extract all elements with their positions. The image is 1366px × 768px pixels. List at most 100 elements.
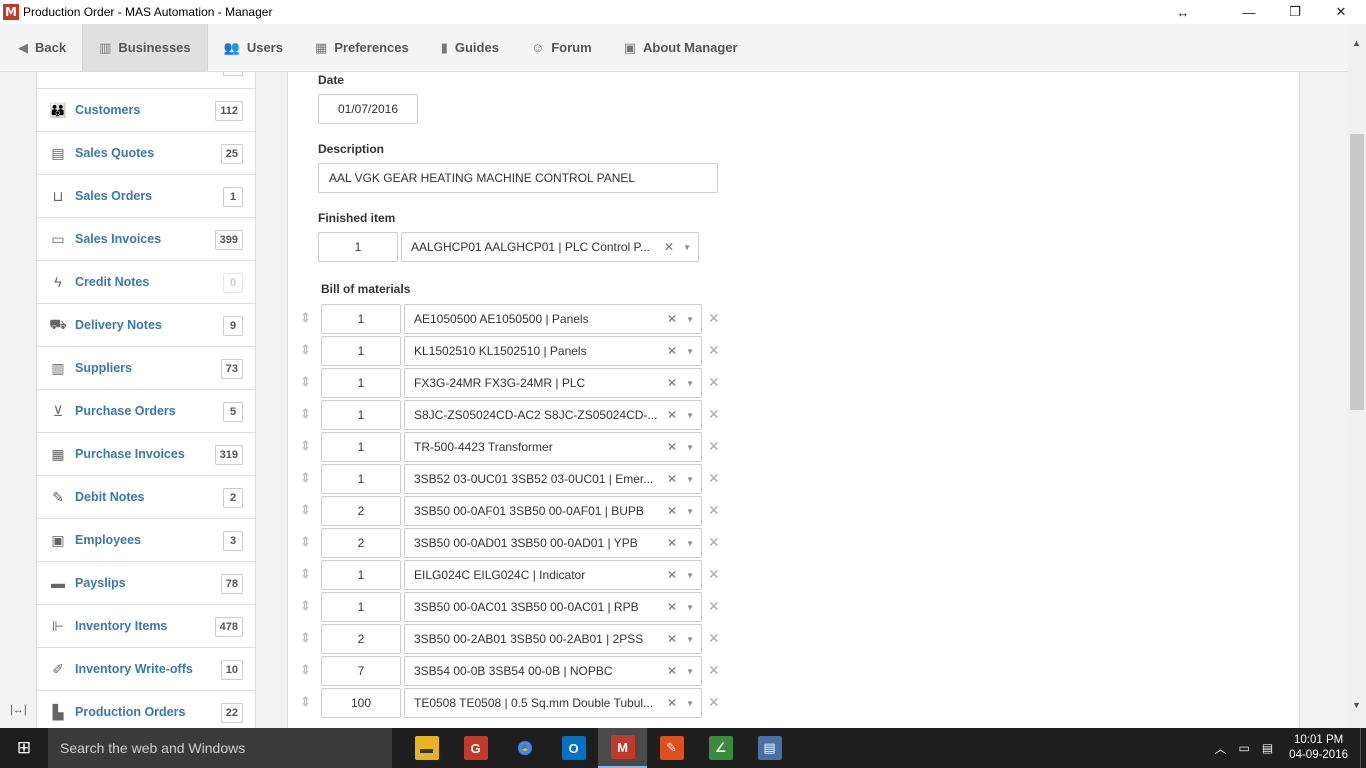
sidebar-item-payslips[interactable]: ▬ Payslips 78 [37,562,255,605]
bom-item-select[interactable]: 3SB50 00-0AD01 3SB50 00-0AD01 | YPB ✕ ▼ [404,528,702,558]
remove-row-icon[interactable]: ✕ [708,374,720,391]
finished-item-select[interactable]: AALGHCP01 AALGHCP01 | PLC Control P... ✕… [401,232,699,262]
bom-qty-input[interactable]: 1 [321,304,401,334]
bom-item-select[interactable]: 3SB50 00-0AF01 3SB50 00-0AF01 | BUPB ✕ ▼ [404,496,702,526]
nav-forum[interactable]: ☺ Forum [515,24,608,71]
clear-icon[interactable]: ✕ [667,376,677,390]
remove-row-icon[interactable]: ✕ [708,438,720,455]
scroll-up-icon[interactable]: ▲ [1352,38,1361,48]
chrome-icon[interactable] [500,728,549,768]
dropdown-arrow-icon[interactable]: ▼ [686,699,694,708]
nav-about[interactable]: ▣ About Manager [608,24,754,71]
drag-handle-icon[interactable]: ⇕ [300,438,311,454]
dropdown-arrow-icon[interactable]: ▼ [686,347,694,356]
notifications-icon[interactable]: ▤ [1262,741,1273,755]
date-input[interactable]: 01/07/2016 [318,94,418,124]
sidebar-item-debit-notes[interactable]: ✎ Debit Notes 2 [37,476,255,519]
bom-qty-input[interactable]: 1 [321,560,401,590]
remove-row-icon[interactable]: ✕ [708,470,720,487]
sidebar-item-credit-notes[interactable]: ϟ Credit Notes 0 [37,261,255,304]
sidebar-item-inventory-writeoffs[interactable]: ✐ Inventory Write-offs 10 [37,648,255,691]
bom-item-select[interactable]: KL1502510 KL1502510 | Panels ✕ ▼ [404,336,702,366]
bom-qty-input[interactable]: 1 [321,464,401,494]
nav-guides[interactable]: ▮ Guides [425,24,515,71]
expand-width-icon[interactable]: |↔| [10,704,27,716]
bom-item-select[interactable]: FX3G-24MR FX3G-24MR | PLC ✕ ▼ [404,368,702,398]
nav-users[interactable]: 👥 Users [208,24,299,71]
dropdown-arrow-icon[interactable]: ▼ [686,379,694,388]
clear-icon[interactable]: ✕ [667,440,677,454]
description-input[interactable]: AAL VGK GEAR HEATING MACHINE CONTROL PAN… [318,163,718,193]
dropdown-arrow-icon[interactable]: ▼ [686,635,694,644]
bom-qty-input[interactable]: 1 [321,592,401,622]
dropdown-arrow-icon[interactable]: ▼ [686,571,694,580]
bom-item-select[interactable]: EILG024C EILG024C | Indicator ✕ ▼ [404,560,702,590]
bom-qty-input[interactable]: 2 [321,496,401,526]
resize-icon[interactable]: ↔ [1160,0,1206,24]
drag-handle-icon[interactable]: ⇕ [300,662,311,678]
clear-icon[interactable]: ✕ [667,504,677,518]
sidebar-item-customers[interactable]: 👪 Customers 112 [37,89,255,132]
close-button[interactable]: ✕ [1318,0,1364,24]
drag-handle-icon[interactable]: ⇕ [300,374,311,390]
bom-item-select[interactable]: 3SB50 00-0AC01 3SB50 00-0AC01 | RPB ✕ ▼ [404,592,702,622]
remove-row-icon[interactable]: ✕ [708,566,720,583]
outlook-icon[interactable]: O [549,728,598,768]
dropdown-arrow-icon[interactable]: ▼ [686,539,694,548]
clear-icon[interactable]: ✕ [664,240,674,254]
drag-handle-icon[interactable]: ⇕ [300,694,311,710]
bom-item-select[interactable]: 3SB52 03-0UC01 3SB52 03-0UC01 | Emer... ✕… [404,464,702,494]
bom-qty-input[interactable]: 1 [321,432,401,462]
remove-row-icon[interactable]: ✕ [708,406,720,423]
remove-row-icon[interactable]: ✕ [708,502,720,519]
sidebar-item-sales-orders[interactable]: ⊔ Sales Orders 1 [37,175,255,218]
dropdown-arrow-icon[interactable]: ▼ [686,603,694,612]
bom-qty-input[interactable]: 2 [321,624,401,654]
drag-handle-icon[interactable]: ⇕ [300,566,311,582]
bom-item-select[interactable]: TE0508 TE0508 | 0.5 Sq.mm Double Tubul..… [404,688,702,718]
drag-handle-icon[interactable]: ⇕ [300,470,311,486]
remove-row-icon[interactable]: ✕ [708,662,720,679]
drag-handle-icon[interactable]: ⇕ [300,406,311,422]
show-desktop-button[interactable] [1360,728,1366,768]
chevron-up-icon[interactable]: ︿ [1214,740,1226,757]
pdf-app-icon[interactable]: ✎ [647,728,696,768]
dropdown-arrow-icon[interactable]: ▼ [686,443,694,452]
file-explorer-icon[interactable]: ▬ [402,728,451,768]
sidebar-item-delivery-notes[interactable]: ⛟ Delivery Notes 9 [37,304,255,347]
drag-handle-icon[interactable]: ⇕ [300,310,311,326]
clear-icon[interactable]: ✕ [667,408,677,422]
remove-row-icon[interactable]: ✕ [708,342,720,359]
dropdown-arrow-icon[interactable]: ▼ [686,507,694,516]
clock[interactable]: 10:01 PM 04-09-2016 [1289,733,1348,763]
remove-row-icon[interactable]: ✕ [708,534,720,551]
clear-icon[interactable]: ✕ [667,600,677,614]
bom-qty-input[interactable]: 1 [321,400,401,430]
bom-qty-input[interactable]: 7 [321,656,401,686]
network-icon[interactable]: ▭ [1238,741,1249,755]
dropdown-arrow-icon[interactable]: ▼ [686,667,694,676]
drag-handle-icon[interactable]: ⇕ [300,342,311,358]
remove-row-icon[interactable]: ✕ [708,310,720,327]
vertical-scrollbar[interactable]: ▲ ▼ [1348,24,1366,728]
manager-app-icon[interactable]: M [598,728,647,768]
taskbar-search[interactable]: Search the web and Windows [48,728,392,768]
drag-handle-icon[interactable]: ⇕ [300,534,311,550]
scroll-thumb[interactable] [1350,134,1364,410]
bom-item-select[interactable]: TR-500-4423 Transformer ✕ ▼ [404,432,702,462]
bom-qty-input[interactable]: 100 [321,688,401,718]
drag-handle-icon[interactable]: ⇕ [300,630,311,646]
scroll-down-icon[interactable]: ▼ [1352,700,1361,710]
windows-start-icon[interactable]: ⊞ [0,728,48,768]
gift-app-icon[interactable]: G [451,728,500,768]
remove-row-icon[interactable]: ✕ [708,598,720,615]
bom-qty-input[interactable]: 1 [321,336,401,366]
autocad-icon[interactable]: ∠ [696,728,745,768]
clear-icon[interactable]: ✕ [667,344,677,358]
bom-qty-input[interactable]: 2 [321,528,401,558]
bom-item-select[interactable]: 3SB54 00-0B 3SB54 00-0B | NOPBC ✕ ▼ [404,656,702,686]
finished-qty-input[interactable]: 1 [318,232,398,262]
remove-row-icon[interactable]: ✕ [708,694,720,711]
bom-item-select[interactable]: S8JC-ZS05024CD-AC2 S8JC-ZS05024CD-... ✕ ▼ [404,400,702,430]
clear-icon[interactable]: ✕ [667,568,677,582]
